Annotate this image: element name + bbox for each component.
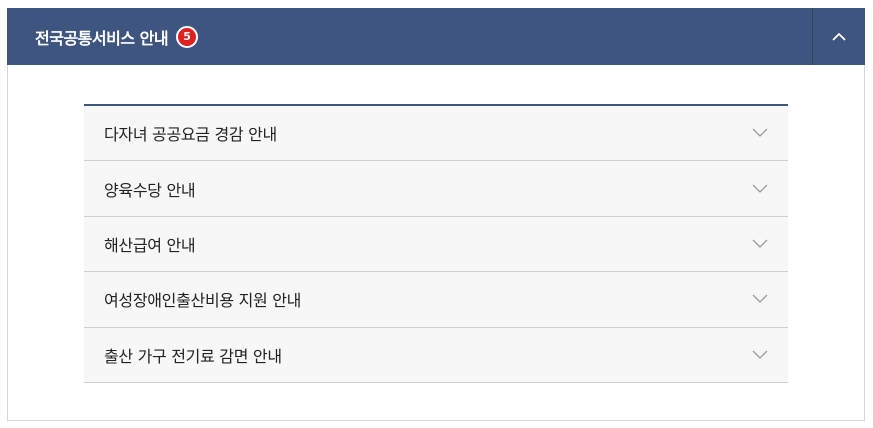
accordion-item-multichild-discount[interactable]: 다자녀 공공요금 경감 안내 [84, 106, 788, 162]
panel-title: 전국공통서비스 안내 [35, 28, 169, 48]
panel-header: 전국공통서비스 안내 5 [7, 8, 865, 65]
chevron-down-icon [752, 239, 768, 248]
count-badge: 5 [176, 25, 199, 48]
accordion-item-label: 양육수당 안내 [104, 180, 196, 200]
chevron-down-icon [752, 294, 768, 304]
chevron-up-icon [832, 32, 846, 41]
services-panel: 전국공통서비스 안내 5 다자녀 공공요금 경감 안내 양육수당 안내 해산급여… [7, 8, 865, 421]
chevron-down-icon [752, 184, 768, 193]
chevron-down-icon [752, 350, 768, 359]
chevron-down-icon [752, 128, 768, 138]
accordion-item-maternity-benefit[interactable]: 해산급여 안내 [84, 216, 788, 273]
accordion-item-label: 해산급여 안내 [104, 235, 196, 255]
accordion-item-childcare-allowance[interactable]: 양육수당 안내 [84, 161, 788, 217]
accordion-item-electricity-discount[interactable]: 출산 가구 전기료 감면 안내 [84, 327, 788, 383]
accordion-item-label: 출산 가구 전기료 감면 안내 [104, 346, 282, 366]
accordion-item-label: 다자녀 공공요금 경감 안내 [104, 125, 277, 145]
accordion-item-disabled-women-childbirth[interactable]: 여성장애인출산비용 지원 안내 [84, 272, 788, 328]
collapse-button[interactable] [812, 8, 865, 65]
accordion-item-label: 여성장애인출산비용 지원 안내 [104, 291, 302, 311]
service-accordion: 다자녀 공공요금 경감 안내 양육수당 안내 해산급여 안내 여성장애인출산비용… [84, 104, 788, 383]
